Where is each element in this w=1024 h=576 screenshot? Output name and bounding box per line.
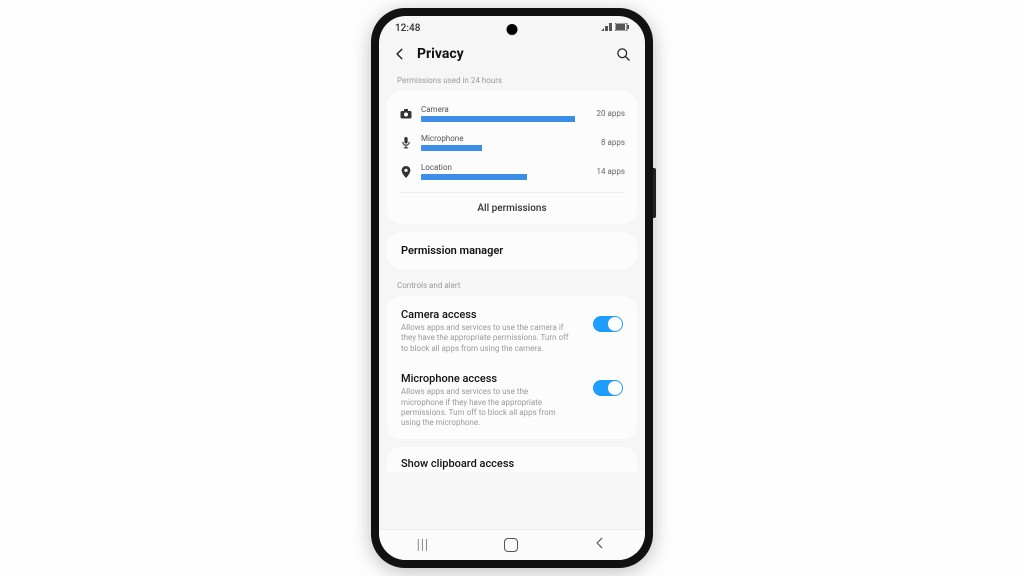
side-button: [653, 168, 656, 218]
nav-bar: |||: [379, 529, 645, 560]
signal-icon: [601, 23, 612, 34]
content: Permissions used in 24 hours Camera 20 a…: [379, 72, 645, 529]
camera-notch: [507, 24, 518, 35]
camera-access-toggle[interactable]: [593, 316, 623, 332]
nav-home[interactable]: [504, 538, 518, 552]
clipboard-access-item[interactable]: Show clipboard access: [387, 447, 637, 472]
screen: 12:48 Privacy Permissions used in 24 hou…: [379, 16, 645, 560]
phone-frame: 12:48 Privacy Permissions used in 24 hou…: [371, 8, 653, 568]
controls-card: Camera access Allows apps and services t…: [387, 296, 637, 439]
perm-row-location[interactable]: Location 14 apps: [399, 159, 625, 188]
ctrl-title: Microphone access: [401, 372, 583, 385]
perm-label: Microphone: [421, 134, 581, 143]
ctrl-title: Show clipboard access: [401, 457, 514, 470]
permission-manager-item[interactable]: Permission manager: [387, 232, 637, 269]
ctrl-desc: Allows apps and services to use the micr…: [401, 387, 571, 429]
status-icons: [601, 23, 629, 34]
controls-heading: Controls and alert: [387, 277, 637, 296]
perm-bar: [421, 174, 527, 180]
header: Privacy: [379, 40, 645, 72]
status-time: 12:48: [395, 23, 420, 34]
perm-bar: [421, 145, 482, 151]
camera-access-item[interactable]: Camera access Allows apps and services t…: [397, 300, 627, 364]
camera-icon: [399, 109, 413, 119]
microphone-access-item[interactable]: Microphone access Allows apps and servic…: [397, 364, 627, 439]
microphone-access-toggle[interactable]: [593, 380, 623, 396]
all-permissions-link[interactable]: All permissions: [399, 192, 625, 214]
perm-row-microphone[interactable]: Microphone 8 apps: [399, 130, 625, 159]
search-icon[interactable]: [616, 47, 631, 62]
nav-back[interactable]: [593, 536, 607, 554]
perm-row-camera[interactable]: Camera 20 apps: [399, 101, 625, 130]
ctrl-desc: Allows apps and services to use the came…: [401, 323, 571, 354]
battery-icon: [615, 23, 629, 34]
nav-recent[interactable]: |||: [417, 537, 429, 553]
perm-label: Location: [421, 163, 581, 172]
permissions-card[interactable]: Camera 20 apps Microphone 8 apps: [387, 91, 637, 224]
perm-count: 8 apps: [589, 138, 625, 147]
perm-label: Camera: [421, 105, 581, 114]
perm-count: 20 apps: [589, 109, 625, 118]
ctrl-title: Camera access: [401, 308, 583, 321]
location-icon: [399, 166, 413, 178]
permissions-heading: Permissions used in 24 hours: [387, 72, 637, 91]
back-icon[interactable]: [393, 47, 407, 61]
microphone-icon: [399, 137, 413, 149]
perm-count: 14 apps: [589, 167, 625, 176]
perm-bar: [421, 116, 575, 122]
page-title: Privacy: [417, 46, 606, 62]
